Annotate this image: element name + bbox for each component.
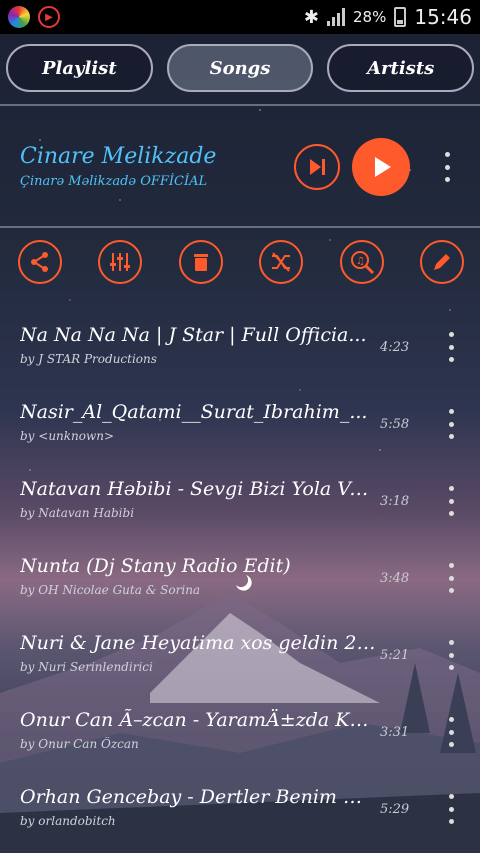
- shuffle-off-icon: [272, 252, 291, 272]
- song-row[interactable]: Onur Can Ã–zcan - YaramÄ±zda Kal... by O…: [0, 693, 480, 770]
- search-music-button[interactable]: ♫: [339, 240, 384, 284]
- song-title: Orhan Gencebay - Dertler Benim Ols...: [20, 786, 376, 808]
- shuffle-button[interactable]: [259, 240, 304, 284]
- song-title: Nasir_Al_Qatami__Surat_Ibrahim_...: [20, 401, 368, 423]
- song-artist: by OH Nicolae Guta & Sorina: [20, 583, 201, 597]
- song-duration: 5:21: [380, 648, 410, 663]
- song-title: Onur Can Ã–zcan - YaramÄ±zda Kal...: [20, 709, 376, 731]
- tab-playlist[interactable]: Playlist: [6, 44, 153, 92]
- now-playing-more-button[interactable]: [440, 152, 454, 182]
- battery-icon: [394, 7, 407, 27]
- song-row[interactable]: Natavan Həbibi - Sevgi Bizi Yola Ve... b…: [0, 462, 480, 539]
- divider: [0, 226, 480, 228]
- gallery-icon: [8, 6, 30, 28]
- play-icon: [375, 157, 391, 177]
- tab-bar: Playlist Songs Artists: [6, 44, 475, 92]
- delete-button[interactable]: [178, 240, 223, 284]
- tab-songs[interactable]: Songs: [166, 44, 314, 92]
- song-artist: by Onur Can Özcan: [20, 737, 139, 751]
- delete-icon: [193, 254, 208, 271]
- song-title: Na Na Na Na | J Star | Full Officia...: [20, 324, 367, 346]
- skip-next-icon: [310, 159, 325, 175]
- song-row[interactable]: Na Na Na Na | J Star | Full Officia... b…: [0, 308, 480, 385]
- next-track-button[interactable]: [294, 144, 340, 190]
- song-artist: by Natavan Habibi: [20, 506, 135, 520]
- equalizer-button[interactable]: [98, 240, 143, 284]
- song-more-button[interactable]: [444, 794, 458, 824]
- share-button[interactable]: [18, 240, 62, 284]
- song-duration: 3:18: [380, 494, 410, 509]
- song-duration: 5:58: [380, 417, 410, 432]
- play-button[interactable]: [352, 138, 410, 196]
- now-playing-bar[interactable]: Cinare Melikzade Çinarə Məlikzadə OFFİCİ…: [0, 122, 480, 216]
- action-toolbar: ♫: [18, 240, 464, 284]
- song-artist: by Nuri Serinlendirici: [20, 660, 153, 674]
- song-artist: by <unknown>: [20, 429, 115, 443]
- song-more-button[interactable]: [444, 409, 458, 439]
- song-duration: 4:23: [380, 340, 410, 355]
- song-more-button[interactable]: [444, 717, 458, 747]
- edit-icon: [433, 254, 450, 270]
- song-more-button[interactable]: [444, 332, 458, 362]
- svg-text:♫: ♫: [356, 256, 365, 267]
- song-more-button[interactable]: [444, 486, 458, 516]
- song-title: Nunta (Dj Stany Radio Edit): [20, 555, 291, 577]
- battery-percent: 28%: [353, 8, 387, 26]
- song-duration: 5:29: [380, 802, 410, 817]
- now-playing-title: Cinare Melikzade: [20, 144, 217, 169]
- search-music-icon: ♫: [350, 251, 374, 275]
- clock: 15:46: [414, 5, 472, 29]
- song-duration: 3:31: [380, 725, 410, 740]
- song-more-button[interactable]: [444, 563, 458, 593]
- now-playing-artist: Çinarə Məlikzadə OFFİCİAL: [20, 174, 208, 189]
- song-duration: 3:48: [380, 571, 410, 586]
- divider: [0, 104, 480, 106]
- song-row[interactable]: Orhan Gencebay - Dertler Benim Ols... by…: [0, 770, 480, 847]
- bluetooth-icon: ✱: [303, 6, 320, 28]
- song-title: Nuri & Jane Heyatima xos geldin 2017: [20, 632, 376, 654]
- song-row[interactable]: Nuri & Jane Heyatima xos geldin 2017 by …: [0, 616, 480, 693]
- share-icon: [31, 252, 48, 272]
- song-more-button[interactable]: [444, 640, 458, 670]
- song-row[interactable]: Nunta (Dj Stany Radio Edit) by OH Nicola…: [0, 539, 480, 616]
- equalizer-icon: [110, 253, 131, 271]
- tab-artists[interactable]: Artists: [327, 44, 475, 92]
- song-artist: by orlandobitch: [20, 814, 116, 828]
- edit-button[interactable]: [419, 240, 464, 284]
- status-bar: ▶ ✱ 28% 15:46: [0, 0, 480, 34]
- song-row[interactable]: Nasir_Al_Qatami__Surat_Ibrahim_... by <u…: [0, 385, 480, 462]
- song-title: Natavan Həbibi - Sevgi Bizi Yola Ve...: [20, 478, 376, 500]
- player-notification-icon: ▶: [38, 6, 60, 28]
- signal-icon: [327, 8, 346, 26]
- song-list: Na Na Na Na | J Star | Full Officia... b…: [0, 308, 480, 847]
- song-artist: by J STAR Productions: [20, 352, 157, 366]
